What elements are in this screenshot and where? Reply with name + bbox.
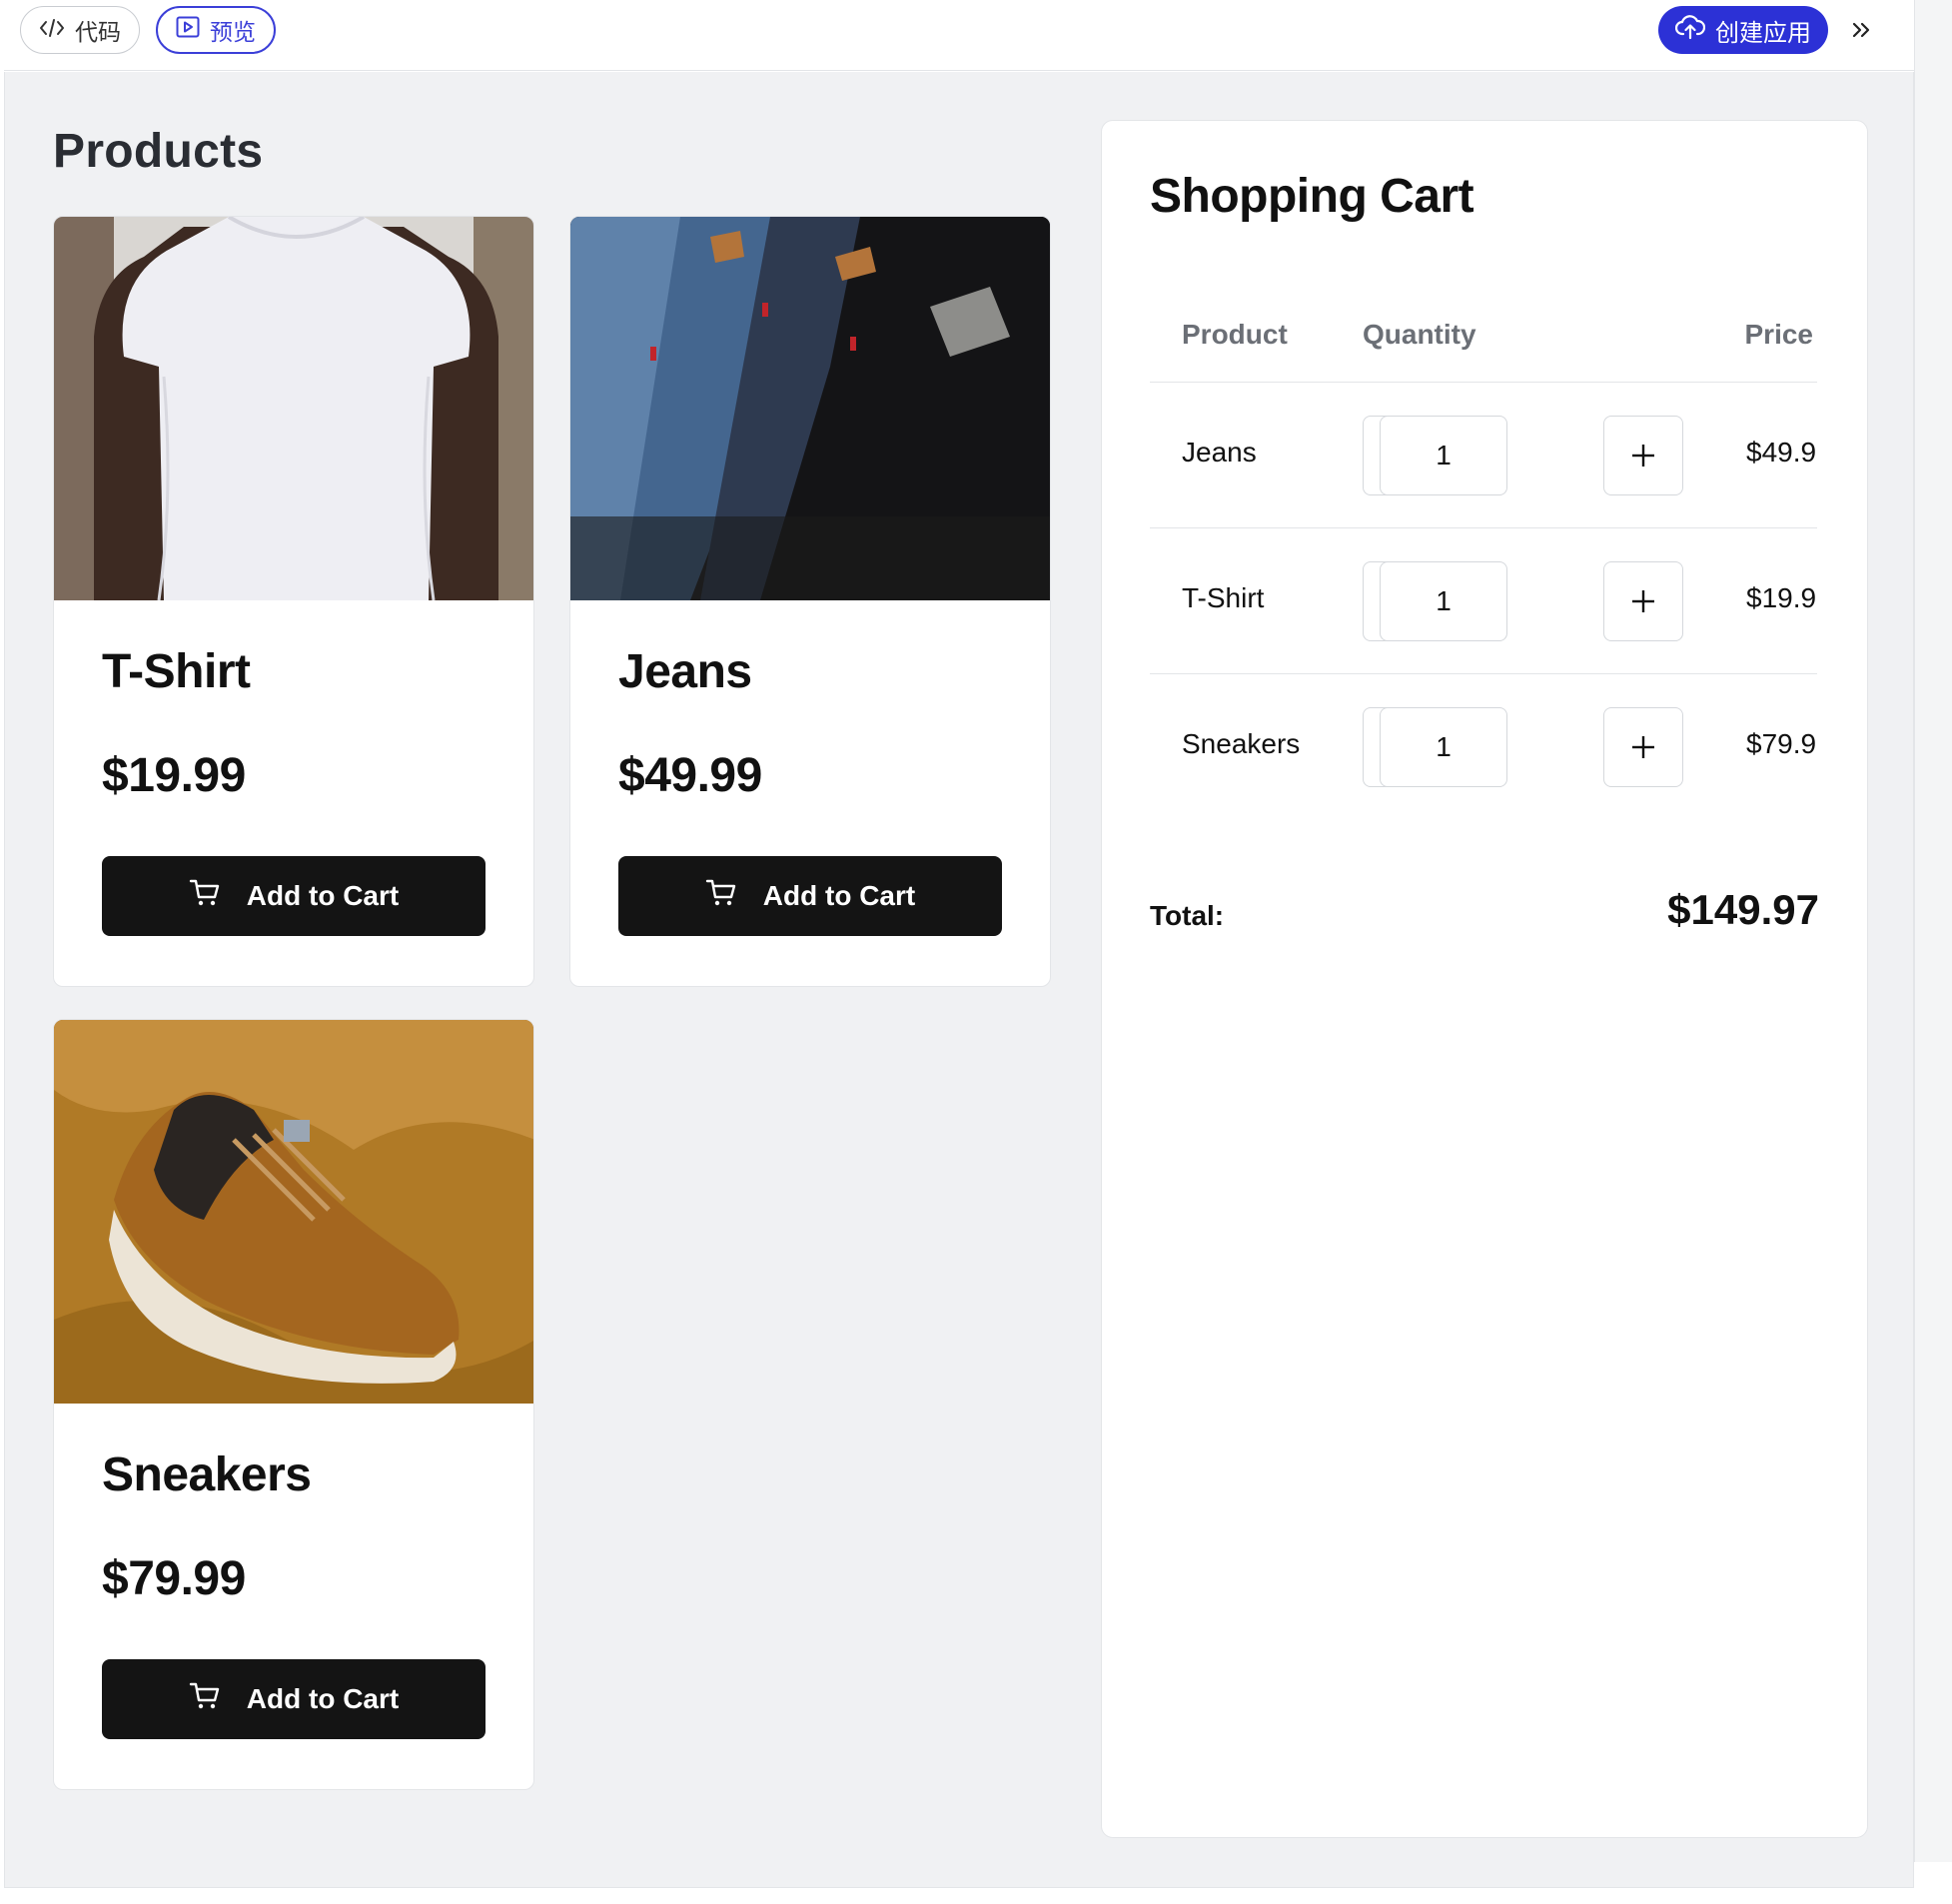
total-label: Total:: [1150, 900, 1225, 931]
sneakers-image: [54, 1020, 533, 1404]
cart-icon: [189, 1681, 221, 1718]
increase-quantity-button[interactable]: [1603, 707, 1683, 787]
cart-item-price: $79.99: [1746, 728, 1817, 759]
cart-row-sneakers: Sneakers $79.99: [1150, 674, 1817, 820]
product-price: $19.99: [102, 749, 246, 802]
plus-icon: [1632, 445, 1654, 467]
code-tab-label: 代码: [75, 19, 121, 45]
product-card-jeans: Jeans $49.99 Add to Cart: [569, 216, 1051, 987]
shopping-cart-panel: Shopping Cart Product Quantity Price Jea…: [1101, 120, 1868, 1838]
product-name: Jeans: [618, 645, 752, 698]
column-header-quantity: Quantity: [1363, 319, 1476, 350]
products-heading: Products: [53, 125, 264, 178]
add-to-cart-label: Add to Cart: [762, 880, 916, 911]
column-header-product: Product: [1182, 319, 1288, 350]
product-name: T-Shirt: [102, 645, 251, 698]
product-price: $79.99: [102, 1552, 246, 1605]
cart-table-header: Product Quantity Price: [1150, 297, 1817, 383]
cart-item-price: $49.99: [1746, 437, 1817, 468]
column-header-price: Price: [1744, 319, 1814, 350]
add-to-cart-button[interactable]: Add to Cart: [102, 1659, 486, 1739]
cart-item-price: $19.99: [1746, 582, 1817, 613]
preview-tab-label: 预览: [210, 19, 256, 45]
cart-icon: [705, 878, 737, 915]
cart-row-jeans: Jeans $49.99: [1150, 383, 1817, 528]
cloud-upload-icon: [1674, 14, 1706, 47]
total-value: $149.97: [1667, 886, 1819, 933]
code-icon: [39, 17, 65, 44]
preview-area: Products T-Shirt $19.99 Add to Cart Jean…: [4, 72, 1914, 1888]
product-card-tshirt: T-Shirt $19.99 Add to Cart: [53, 216, 534, 987]
double-chevron-right-icon[interactable]: [1844, 10, 1880, 50]
cart-icon: [189, 878, 221, 915]
cart-title: Shopping Cart: [1150, 170, 1474, 223]
cart-item-name: Sneakers: [1182, 728, 1301, 759]
play-box-icon: [176, 16, 200, 44]
code-tab-button[interactable]: 代码: [20, 6, 140, 54]
jeans-image: [570, 217, 1050, 600]
top-toolbar: 代码 预览 创建应用: [4, 0, 1914, 71]
tshirt-image: [54, 217, 533, 601]
quantity-input[interactable]: [1380, 561, 1507, 641]
increase-quantity-button[interactable]: [1603, 416, 1683, 495]
cart-row-tshirt: T-Shirt $19.99: [1150, 528, 1817, 674]
increase-quantity-button[interactable]: [1603, 561, 1683, 641]
quantity-input[interactable]: [1380, 707, 1507, 787]
cart-item-name: Jeans: [1182, 437, 1257, 468]
add-to-cart-label: Add to Cart: [246, 1683, 400, 1714]
create-app-button[interactable]: 创建应用: [1658, 6, 1828, 54]
add-to-cart-button[interactable]: Add to Cart: [102, 856, 486, 936]
right-gutter: [1914, 0, 1952, 1862]
product-price: $49.99: [618, 749, 762, 802]
create-app-label: 创建应用: [1715, 19, 1811, 47]
product-card-sneakers: Sneakers $79.99 Add to Cart: [53, 1019, 534, 1790]
plus-icon: [1632, 736, 1654, 758]
quantity-input[interactable]: [1380, 416, 1507, 495]
cart-table: Product Quantity Price Jeans $49.99 T-Sh…: [1150, 297, 1817, 820]
add-to-cart-button[interactable]: Add to Cart: [618, 856, 1002, 936]
preview-tab-button[interactable]: 预览: [156, 6, 276, 54]
cart-item-name: T-Shirt: [1182, 582, 1265, 613]
product-name: Sneakers: [102, 1448, 312, 1501]
add-to-cart-label: Add to Cart: [246, 880, 400, 911]
plus-icon: [1632, 590, 1654, 612]
